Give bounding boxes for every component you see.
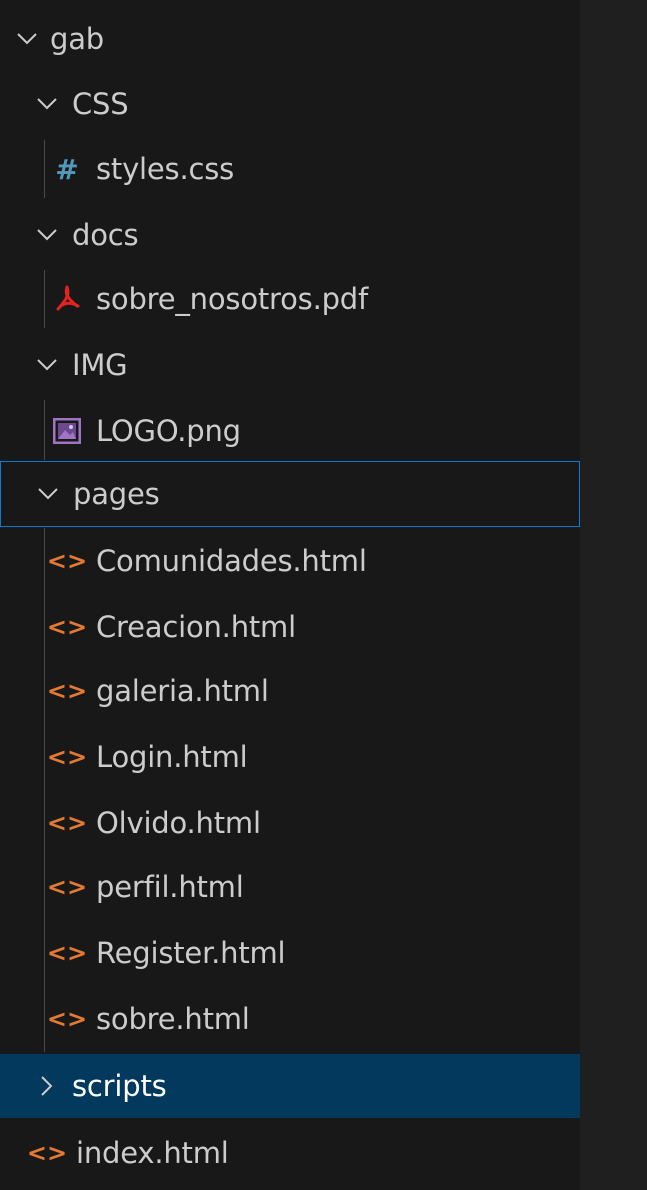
- file-label: index.html: [76, 1136, 229, 1170]
- file-label: LOGO.png: [96, 414, 241, 448]
- folder-docs[interactable]: docs: [0, 204, 580, 266]
- image-icon: [52, 416, 82, 446]
- html-icon: <>: [46, 743, 88, 771]
- file-creacion-html[interactable]: <> Creacion.html: [0, 596, 580, 658]
- file-sobre-nosotros-pdf[interactable]: sobre_nosotros.pdf: [0, 268, 580, 330]
- file-logo-png[interactable]: LOGO.png: [0, 400, 580, 462]
- folder-scripts[interactable]: scripts: [0, 1054, 580, 1118]
- chevron-down-icon: [34, 352, 60, 378]
- hash-icon: #: [55, 152, 79, 186]
- file-label: Register.html: [96, 936, 286, 970]
- file-olvido-html[interactable]: <> Olvido.html: [0, 792, 580, 854]
- file-galeria-html[interactable]: <> galeria.html: [0, 660, 580, 722]
- file-register-html[interactable]: <> Register.html: [0, 922, 580, 984]
- chevron-down-icon: [35, 481, 61, 507]
- folder-label: IMG: [72, 348, 128, 382]
- folder-label: docs: [72, 218, 139, 252]
- file-label: galeria.html: [96, 674, 269, 708]
- file-label: Creacion.html: [96, 610, 296, 644]
- html-icon: <>: [46, 939, 88, 967]
- folder-label: CSS: [72, 87, 129, 121]
- folder-label: pages: [73, 477, 160, 511]
- file-styles-css[interactable]: # styles.css: [0, 138, 580, 200]
- html-icon: <>: [46, 547, 88, 575]
- chevron-down-icon: [14, 26, 40, 52]
- folder-label: scripts: [72, 1069, 167, 1103]
- pdf-icon: [52, 284, 82, 314]
- file-index-html[interactable]: <> index.html: [0, 1122, 580, 1184]
- file-label: Olvido.html: [96, 806, 261, 840]
- folder-css[interactable]: CSS: [0, 73, 580, 135]
- file-label: sobre.html: [96, 1002, 250, 1036]
- file-perfil-html[interactable]: <> perfil.html: [0, 856, 580, 918]
- file-login-html[interactable]: <> Login.html: [0, 726, 580, 788]
- file-label: Login.html: [96, 740, 248, 774]
- file-comunidades-html[interactable]: <> Comunidades.html: [0, 530, 580, 592]
- folder-pages[interactable]: pages: [0, 461, 580, 527]
- file-explorer: gab CSS # styles.css docs sobre_nosotros…: [0, 0, 580, 1190]
- html-icon: <>: [46, 873, 88, 901]
- folder-img[interactable]: IMG: [0, 334, 580, 396]
- chevron-right-icon: [34, 1073, 60, 1099]
- html-icon: <>: [46, 809, 88, 837]
- file-label: sobre_nosotros.pdf: [96, 282, 369, 316]
- html-icon: <>: [46, 1005, 88, 1033]
- file-label: styles.css: [96, 152, 235, 186]
- file-sobre-html[interactable]: <> sobre.html: [0, 988, 580, 1050]
- file-label: perfil.html: [96, 870, 244, 904]
- folder-label: gab: [50, 22, 104, 56]
- editor-area: [580, 0, 647, 1190]
- html-icon: <>: [46, 677, 88, 705]
- file-label: Comunidades.html: [96, 544, 367, 578]
- html-icon: <>: [46, 613, 88, 641]
- chevron-down-icon: [34, 91, 60, 117]
- chevron-down-icon: [34, 222, 60, 248]
- folder-gab[interactable]: gab: [0, 8, 580, 70]
- html-icon: <>: [26, 1139, 68, 1167]
